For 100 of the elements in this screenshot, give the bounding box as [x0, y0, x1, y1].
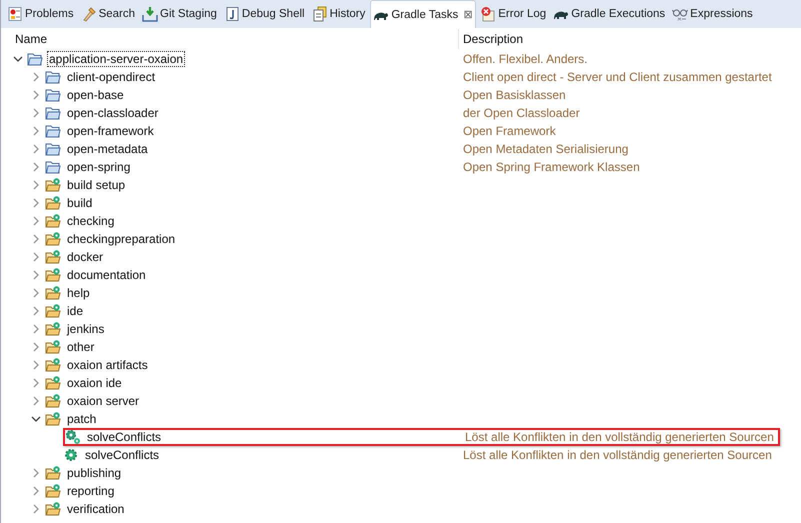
document-j-icon — [224, 6, 240, 22]
gear-folder-icon — [45, 375, 61, 391]
project-folder-icon — [45, 123, 61, 139]
view-tab[interactable]: Problems — [5, 0, 77, 28]
gear-folder-icon — [45, 231, 61, 247]
gear-folder-icon — [45, 339, 61, 355]
tree-item[interactable]: checkingpreparation — [65, 231, 178, 247]
gear-folder-icon — [45, 303, 61, 319]
collapse-chevron-icon[interactable] — [31, 414, 41, 424]
project-folder-icon — [45, 69, 61, 85]
tree-item[interactable]: open-metadata — [65, 141, 150, 157]
expand-chevron-icon[interactable] — [31, 360, 41, 370]
tree-item[interactable]: checking — [65, 213, 116, 229]
project-folder-icon — [45, 105, 61, 121]
expand-chevron-icon[interactable] — [31, 108, 41, 118]
expand-chevron-icon[interactable] — [31, 270, 41, 280]
gear-folder-icon — [45, 267, 61, 283]
description-text: Client open direct - Server und Client zusammen gestartet — [463, 70, 772, 84]
view-tab[interactable]: Search — [78, 0, 138, 28]
expand-chevron-icon[interactable] — [31, 144, 41, 154]
expand-chevron-icon[interactable] — [31, 180, 41, 190]
tree-item[interactable]: build setup — [65, 177, 128, 193]
expand-chevron-icon[interactable] — [31, 90, 41, 100]
gear-folder-icon — [45, 213, 61, 229]
tree-item[interactable]: solveConflicts — [83, 447, 162, 463]
tree-item[interactable]: solveConflicts — [85, 429, 164, 445]
description-text: Löst alle Konflikten in den vollständig generierten Sourcen — [463, 448, 772, 462]
gear-folder-icon — [45, 465, 61, 481]
gear-folder-icon — [45, 393, 61, 409]
tree-item[interactable]: application-server-oxaion — [47, 51, 186, 67]
expand-chevron-icon[interactable] — [31, 252, 41, 262]
error-log-icon — [480, 6, 496, 22]
expand-chevron-icon[interactable] — [31, 306, 41, 316]
gear-folder-icon — [45, 321, 61, 337]
tree-item[interactable]: oxaion ide — [65, 375, 124, 391]
gear-folder-icon — [45, 411, 61, 427]
tree-item[interactable]: reporting — [65, 483, 116, 499]
tree-item[interactable]: verification — [65, 501, 126, 517]
expand-chevron-icon[interactable] — [31, 288, 41, 298]
tree-item[interactable]: ide — [65, 303, 86, 319]
description-text: Löst alle Konflikten in den vollständig generierten Sourcen — [465, 430, 774, 444]
description-text: der Open Classloader — [463, 106, 580, 120]
tree-item[interactable]: patch — [65, 411, 98, 427]
expand-chevron-icon[interactable] — [31, 396, 41, 406]
column-header[interactable]: Name — [1, 29, 459, 49]
view-tab[interactable]: Error Log — [478, 0, 550, 28]
expand-chevron-icon[interactable] — [31, 72, 41, 82]
gear-folder-icon — [45, 501, 61, 517]
expand-chevron-icon[interactable] — [31, 198, 41, 208]
expand-chevron-icon[interactable] — [31, 162, 41, 172]
project-folder-icon — [45, 159, 61, 175]
tree-item[interactable]: help — [65, 285, 92, 301]
view-tab[interactable]: Gradle Tasks ⊠ — [370, 0, 476, 28]
expand-chevron-icon[interactable] — [31, 468, 41, 478]
gear-icon — [63, 447, 79, 463]
gear-folder-icon — [45, 195, 61, 211]
view-tab[interactable]: Git Staging — [140, 0, 220, 28]
expand-chevron-icon[interactable] — [31, 486, 41, 496]
warning-list-icon — [7, 6, 23, 22]
documents-icon — [312, 6, 328, 22]
tree-item[interactable]: docker — [65, 249, 106, 265]
gears-icon — [65, 429, 81, 445]
tree-item[interactable]: open-base — [65, 87, 126, 103]
tree-item[interactable]: open-classloader — [65, 105, 160, 121]
view-tab[interactable]: Expressions — [670, 0, 756, 28]
expand-chevron-icon[interactable] — [31, 342, 41, 352]
view-tab[interactable]: Debug Shell — [222, 0, 308, 28]
tree-item[interactable]: client-opendirect — [65, 69, 158, 85]
expand-chevron-icon[interactable] — [31, 234, 41, 244]
description-text: Open Basisklassen — [463, 88, 566, 102]
tree-item[interactable]: build — [65, 195, 94, 211]
description-text: Open Spring Framework Klassen — [463, 160, 640, 174]
download-tray-icon — [142, 6, 158, 22]
description-text: Offen. Flexibel. Anders. — [463, 52, 588, 66]
close-button[interactable]: ⊠ — [463, 8, 472, 21]
tree-item[interactable]: open-framework — [65, 123, 156, 139]
tree-item[interactable]: oxaion server — [65, 393, 142, 409]
tree-item[interactable]: jenkins — [65, 321, 106, 337]
expand-chevron-icon[interactable] — [31, 504, 41, 514]
expand-chevron-icon[interactable] — [31, 216, 41, 226]
column-header[interactable]: Description — [459, 29, 524, 49]
expand-chevron-icon[interactable] — [31, 324, 41, 334]
gear-folder-icon — [45, 177, 61, 193]
tree-item[interactable]: publishing — [65, 465, 124, 481]
gear-folder-icon — [45, 285, 61, 301]
tree-item[interactable]: other — [65, 339, 96, 355]
view-tab[interactable]: History — [310, 0, 368, 28]
project-folder-icon — [27, 51, 43, 67]
tree-item[interactable]: documentation — [65, 267, 148, 283]
gear-folder-icon — [45, 357, 61, 373]
expand-chevron-icon[interactable] — [31, 126, 41, 136]
expand-chevron-icon[interactable] — [31, 378, 41, 388]
tree-item[interactable]: oxaion artifacts — [65, 357, 150, 373]
project-folder-icon — [45, 141, 61, 157]
collapse-chevron-icon[interactable] — [13, 54, 23, 64]
gear-folder-icon — [45, 249, 61, 265]
tree-item[interactable]: open-spring — [65, 159, 132, 175]
project-folder-icon — [45, 87, 61, 103]
view-tab[interactable]: Gradle Executions — [551, 0, 668, 28]
description-text: Open Framework — [463, 124, 556, 138]
